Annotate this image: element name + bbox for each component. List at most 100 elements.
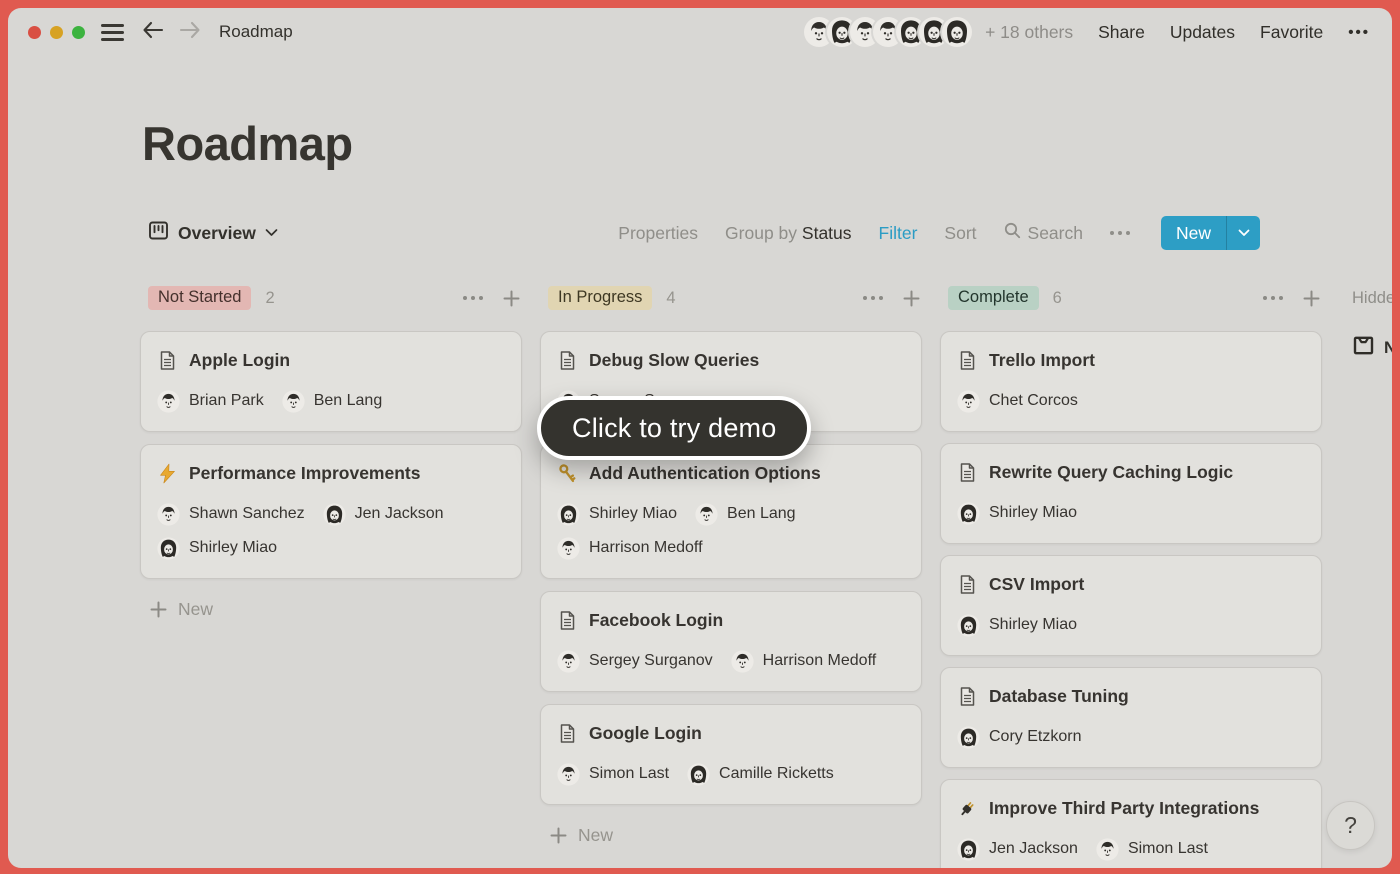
card-title-row: Debug Slow Queries [557,348,905,372]
assignee-chet-corcos[interactable]: Chet Corcos [957,389,1078,413]
status-badge[interactable]: Not Started [148,286,251,310]
assignee-avatar [557,650,580,673]
new-card-button[interactable]: New [140,597,522,621]
card-performance-improvements[interactable]: Performance Improvements Shawn Sanchez J… [140,444,522,579]
assignee-shirley-miao[interactable]: Shirley Miao [557,502,677,526]
assignee-harrison-medoff[interactable]: Harrison Medoff [731,649,877,673]
assignee-ben-lang[interactable]: Ben Lang [695,502,796,526]
assignee-list: Jen Jackson Simon Last [957,837,1305,861]
card-title-row: Rewrite Query Caching Logic [957,460,1305,484]
status-badge[interactable]: Complete [948,286,1039,310]
search-label: Search [1028,223,1083,244]
assignee-ben-lang[interactable]: Ben Lang [282,389,383,413]
zoom-window-button[interactable] [72,26,85,39]
board-column-complete: Complete 6 Trello Import Chet Corcos [940,285,1322,868]
menu-icon[interactable] [101,24,124,41]
hidden-group-no-status[interactable]: No Status [1352,334,1392,362]
forward-icon[interactable] [179,20,202,45]
assignee-simon-last[interactable]: Simon Last [1096,837,1208,861]
assignee-sergey-surganov[interactable]: Sergey Surganov [557,649,713,673]
assignee-camille-ricketts[interactable]: Camille Ricketts [687,762,834,786]
properties-button[interactable]: Properties [618,223,698,244]
card-database-tuning[interactable]: Database Tuning Cory Etzkorn [940,667,1322,768]
assignee-cory-etzkorn[interactable]: Cory Etzkorn [957,725,1081,749]
key-icon [557,463,578,484]
view-switcher[interactable]: Overview [140,220,278,246]
doc-icon [957,574,978,595]
search-button[interactable]: Search [1004,222,1083,244]
avatar-stack [804,17,972,47]
card-apple-login[interactable]: Apple Login Brian Park Ben Lang [140,331,522,432]
column-more-icon[interactable] [461,295,485,301]
assignee-name: Chet Corcos [989,389,1078,413]
assignee-name: Shirley Miao [989,501,1077,525]
column-more-icon[interactable] [1261,295,1285,301]
toolbar-more-icon[interactable] [1110,231,1130,235]
more-options-icon[interactable]: ••• [1348,24,1370,41]
new-card-button[interactable]: New [540,823,922,847]
sort-button[interactable]: Sort [944,223,976,244]
card-title-row: Database Tuning [957,684,1305,708]
hidden-columns-rail: Hidden columns No Status [1352,289,1392,362]
card-title: Debug Slow Queries [589,348,759,372]
card-title-row: Facebook Login [557,608,905,632]
traffic-lights [28,26,85,39]
member-avatar[interactable] [942,17,972,47]
column-add-icon[interactable] [901,288,922,309]
assignee-list: Shirley Miao [957,501,1305,525]
back-icon[interactable] [141,20,164,45]
assignee-list: Chet Corcos [957,389,1305,413]
card-google-login[interactable]: Google Login Simon Last Camille Ricketts [540,704,922,805]
assignee-avatar [157,390,180,413]
others-count[interactable]: + 18 others [985,22,1073,43]
doc-icon [557,350,578,371]
assignee-brian-park[interactable]: Brian Park [157,389,264,413]
column-add-icon[interactable] [501,288,522,309]
assignee-avatar [687,763,710,786]
close-window-button[interactable] [28,26,41,39]
card-title: Facebook Login [589,608,723,632]
new-card-label: New [578,825,613,846]
plus-icon [148,599,169,620]
assignee-shawn-sanchez[interactable]: Shawn Sanchez [157,502,305,526]
doc-icon [957,350,978,371]
assignee-shirley-miao[interactable]: Shirley Miao [957,613,1077,637]
column-add-icon[interactable] [1301,288,1322,309]
assignee-simon-last[interactable]: Simon Last [557,762,669,786]
assignee-harrison-medoff[interactable]: Harrison Medoff [557,536,703,560]
column-more-icon[interactable] [861,295,885,301]
status-badge[interactable]: In Progress [548,286,652,310]
card-add-authentication-options[interactable]: Add Authentication Options Shirley Miao … [540,444,922,579]
minimize-window-button[interactable] [50,26,63,39]
assignee-avatar [957,502,980,525]
new-button[interactable]: New [1161,216,1260,250]
assignee-avatar [957,614,980,637]
card-title-row: CSV Import [957,572,1305,596]
card-title: Performance Improvements [189,461,420,485]
card-improve-third-party-integrations[interactable]: Improve Third Party Integrations Jen Jac… [940,779,1322,868]
doc-icon [157,350,178,371]
favorite-button[interactable]: Favorite [1260,22,1323,43]
view-name: Overview [178,223,256,244]
card-csv-import[interactable]: CSV Import Shirley Miao [940,555,1322,656]
assignee-jen-jackson[interactable]: Jen Jackson [323,502,444,526]
doc-icon [957,462,978,483]
hidden-columns-label[interactable]: Hidden columns [1352,289,1392,308]
filter-button[interactable]: Filter [879,223,918,244]
card-rewrite-query-caching-logic[interactable]: Rewrite Query Caching Logic Shirley Miao [940,443,1322,544]
help-button[interactable]: ? [1326,801,1375,850]
card-trello-import[interactable]: Trello Import Chet Corcos [940,331,1322,432]
assignee-name: Shawn Sanchez [189,502,305,526]
assignee-jen-jackson[interactable]: Jen Jackson [957,837,1078,861]
share-button[interactable]: Share [1098,22,1145,43]
assignee-shirley-miao[interactable]: Shirley Miao [157,536,277,560]
new-button-chevron-icon[interactable] [1227,216,1260,250]
group-by-button[interactable]: Group by Status [725,223,851,244]
card-facebook-login[interactable]: Facebook Login Sergey Surganov Harrison … [540,591,922,692]
updates-button[interactable]: Updates [1170,22,1235,43]
assignee-shirley-miao[interactable]: Shirley Miao [957,501,1077,525]
try-demo-button[interactable]: Click to try demo [537,396,811,460]
plug-icon [957,798,978,819]
assignee-avatar [282,390,305,413]
assignee-name: Shirley Miao [989,613,1077,637]
